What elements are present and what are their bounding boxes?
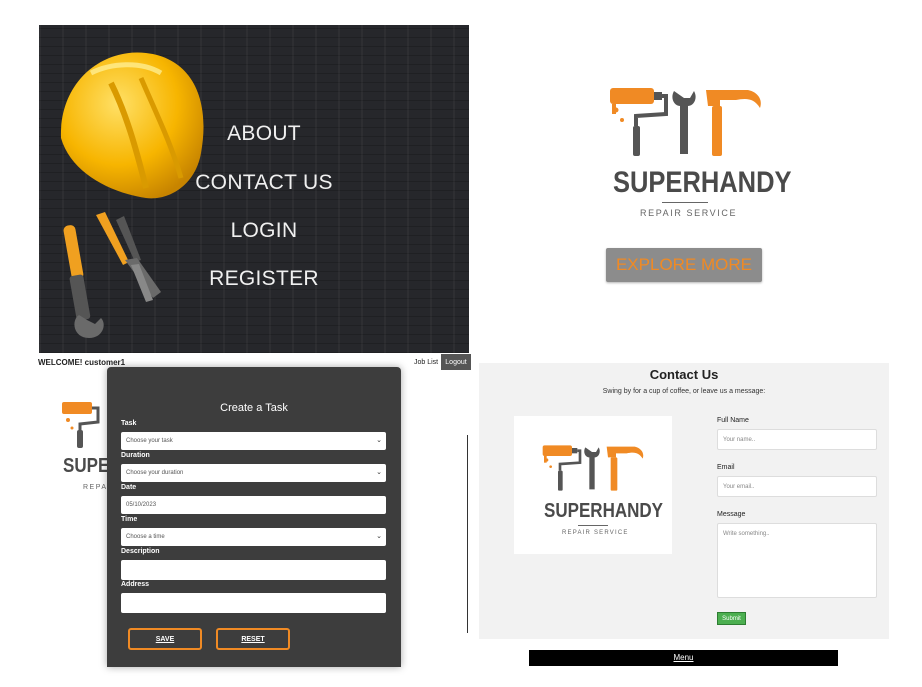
save-button[interactable]: SAVE — [128, 628, 202, 650]
contact-title: Contact Us — [649, 367, 719, 382]
partial-brand-logo: SUPEI REPAI — [50, 400, 114, 500]
address-label: Address — [121, 581, 150, 588]
chevron-down-icon: ⌄ — [376, 469, 382, 476]
task-select-value: Choose your task — [126, 438, 173, 444]
duration-select[interactable]: Choose your duration ⌄ — [121, 464, 386, 482]
hero-banner: ABOUT CONTACT US LOGIN REGISTER — [39, 25, 469, 353]
full-name-input[interactable]: Your name.. — [717, 429, 877, 450]
submit-button[interactable]: Submit — [717, 612, 746, 625]
contact-section: Contact Us Swing by for a cup of coffee,… — [479, 363, 889, 639]
message-textarea[interactable]: Write something.. — [717, 523, 877, 598]
paint-roller-icon — [62, 402, 100, 448]
nav-login[interactable]: LOGIN — [189, 219, 339, 243]
footer-menu-bar: Menu — [529, 650, 838, 666]
chevron-down-icon: ⌄ — [376, 533, 382, 540]
message-placeholder: Write something.. — [723, 531, 770, 537]
brand-logo: SUPERHANDY REPAIR SERVICE — [590, 80, 792, 230]
tools-logo-icon — [610, 88, 761, 156]
brand-tagline: REPAIR SERVICE — [640, 208, 738, 218]
time-select[interactable]: Choose a time ⌄ — [121, 528, 386, 546]
full-name-label: Full Name — [717, 417, 749, 424]
date-label: Date — [121, 484, 137, 491]
welcome-text: WELCOME! customer1 — [38, 358, 126, 367]
email-placeholder: Your email.. — [723, 483, 755, 490]
duration-select-value: Choose your duration — [126, 470, 184, 476]
email-input[interactable]: Your email.. — [717, 476, 877, 497]
task-select[interactable]: Choose your task ⌄ — [121, 432, 386, 450]
contact-logo-card: SUPERHANDY REPAIR SERVICE — [514, 416, 672, 554]
chevron-down-icon: ⌄ — [376, 437, 382, 444]
form-title: Create a Task — [220, 402, 288, 414]
brand-divider — [578, 525, 608, 526]
time-label: Time — [121, 516, 138, 523]
job-list-link[interactable]: Job List — [414, 359, 438, 366]
logout-button[interactable]: Logout — [441, 354, 471, 370]
brand-name: SUPERHANDY — [613, 166, 792, 199]
brand-tagline: REPAIR SERVICE — [562, 530, 629, 536]
address-input[interactable] — [121, 593, 386, 613]
duration-label: Duration — [121, 452, 150, 459]
create-task-form: Create a Task Task Choose your task ⌄ Du… — [107, 367, 401, 667]
date-input-value: 05/10/2023 — [126, 502, 157, 508]
reset-button[interactable]: RESET — [216, 628, 290, 650]
contact-subtitle: Swing by for a cup of coffee, or leave u… — [602, 388, 766, 395]
task-label: Task — [121, 420, 137, 427]
menu-link[interactable]: Menu — [529, 653, 838, 662]
description-input[interactable] — [121, 560, 386, 580]
time-select-value: Choose a time — [126, 534, 165, 540]
full-name-placeholder: Your name.. — [723, 436, 756, 443]
description-label: Description — [121, 548, 160, 555]
brand-divider — [662, 202, 708, 203]
nav-contact-us[interactable]: CONTACT US — [179, 171, 349, 195]
brand-name: SUPERHANDY — [544, 500, 664, 522]
email-label: Email — [717, 464, 735, 471]
tools-logo-icon — [542, 445, 644, 491]
message-label: Message — [717, 511, 746, 518]
divider-line — [467, 435, 468, 633]
pliers-image — [96, 212, 161, 302]
date-input[interactable]: 05/10/2023 — [121, 496, 386, 514]
nav-about[interactable]: ABOUT — [189, 122, 339, 146]
explore-more-button[interactable]: EXPLORE MORE — [606, 248, 762, 282]
nav-register[interactable]: REGISTER — [189, 267, 339, 291]
